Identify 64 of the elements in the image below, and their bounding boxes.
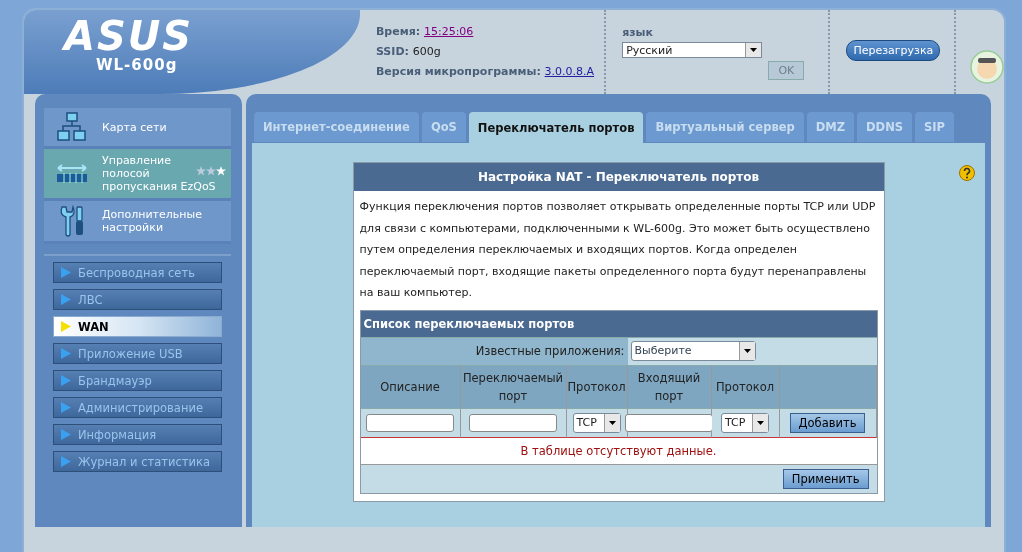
column-header: Протокол	[566, 364, 628, 408]
protocol-dropdown[interactable]: TCP	[721, 412, 769, 433]
triangle-icon	[60, 320, 72, 333]
sidebar-menu-item[interactable]: Управление полосой пропускания EzQoS	[44, 149, 231, 201]
submenu-item[interactable]: WAN	[53, 316, 222, 337]
tab[interactable]: Виртуальный сервер	[646, 112, 804, 142]
column-header: Протокол	[711, 364, 780, 408]
stars-icon	[196, 166, 226, 176]
triangle-icon	[60, 374, 72, 387]
known-apps-label: Известные приложения:	[360, 337, 628, 365]
column-header: Переключаемый порт	[460, 364, 567, 408]
tab[interactable]: SIP	[915, 112, 955, 142]
description-text: Функция переключения портов позволяет открывать определенные порты TCP или UDP для связи с компьютерами, подключенными к WL-600g. Это может быть осуществлено путем определения переключаемых и входящих портов. Когда определен переключаемый порт, входящие пакеты определенного порта будут перенаправлены на ваш компьютер.	[358, 199, 877, 301]
language-dropdown[interactable]: Русский	[622, 42, 763, 58]
firmware-label: Версия микропрограммы:	[375, 65, 541, 78]
known-apps-dropdown[interactable]: Выберите	[630, 340, 756, 361]
reboot-button[interactable]: Перезагрузка	[846, 40, 941, 61]
panel-title: Настройка NAT - Переключатель портов	[353, 163, 884, 191]
tab[interactable]: Интернет-соединение	[254, 112, 419, 142]
triangle-icon	[60, 347, 72, 360]
ssid-label: SSID:	[375, 45, 409, 58]
triangle-icon	[60, 401, 72, 414]
triangle-icon	[60, 428, 72, 441]
help-icon[interactable]	[959, 165, 975, 181]
ssid-value: 600g	[412, 45, 441, 58]
submenu-item[interactable]: Журнал и статистика	[53, 451, 222, 472]
tools-icon	[59, 205, 85, 237]
tab[interactable]: Переключатель портов	[468, 112, 644, 143]
sidebar-menu-item[interactable]: Карта сети	[44, 108, 231, 149]
network-icon	[57, 112, 87, 142]
bandwidth-icon	[56, 162, 88, 185]
triangle-icon	[60, 293, 72, 306]
tab[interactable]: DDNS	[857, 112, 913, 142]
submenu-item[interactable]: Информация	[53, 424, 222, 445]
input-field[interactable]	[469, 413, 557, 432]
tab[interactable]: DMZ	[806, 112, 855, 142]
column-header: Входящий порт	[627, 364, 712, 408]
tab[interactable]: QoS	[421, 112, 466, 142]
empty-message: В таблице отсутствуют данные.	[519, 442, 718, 460]
add-button[interactable]: Добавить	[789, 412, 866, 433]
dropdown-arrow-icon	[608, 420, 616, 425]
protocol-dropdown[interactable]: TCP	[572, 412, 621, 433]
time-link[interactable]: 15:25:06	[423, 25, 474, 38]
dropdown-arrow-icon	[750, 48, 758, 52]
triangle-icon	[60, 455, 72, 468]
dropdown-arrow-icon	[743, 348, 751, 353]
submenu-item[interactable]: Администрирование	[53, 397, 222, 418]
submenu-item[interactable]: ЛВС	[53, 289, 222, 310]
submenu-item[interactable]: Приложение USB	[53, 343, 222, 364]
firmware-link[interactable]: 3.0.0.8.A	[544, 65, 595, 78]
dropdown-arrow-icon	[757, 420, 764, 425]
input-field[interactable]	[625, 413, 713, 432]
submenu-item[interactable]: Брандмауэр	[53, 370, 222, 391]
apply-button[interactable]: Применить	[782, 468, 869, 489]
column-header: Описание	[360, 364, 461, 408]
model-name: WL-600g	[96, 56, 178, 74]
time-label: Время:	[375, 25, 421, 38]
submenu-item[interactable]: Беспроводная сеть	[53, 262, 222, 283]
input-field[interactable]	[366, 413, 454, 432]
section-title: Список переключаемых портов	[360, 310, 877, 337]
avatar-icon	[970, 50, 1004, 84]
triangle-icon	[60, 266, 72, 279]
language-label: язык	[622, 26, 654, 39]
sidebar-menu-item[interactable]: Дополнительные настройки	[44, 201, 231, 244]
